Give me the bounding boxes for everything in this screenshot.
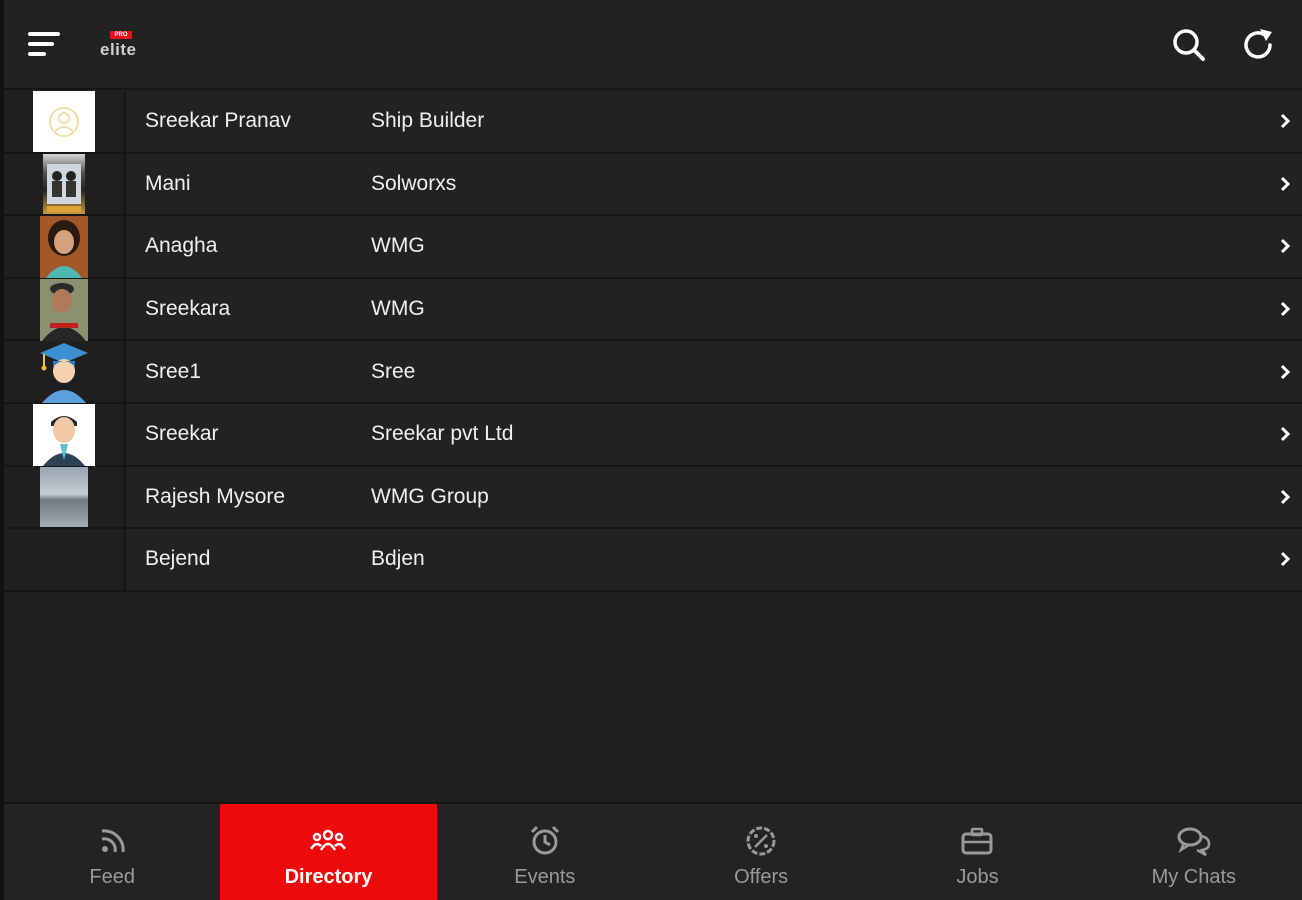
member-name: Sreekar [145,422,219,446]
nav-directory-label: Directory [284,866,373,888]
member-company: Ship Builder [371,109,485,133]
photo-avatar [40,216,88,279]
avatar-cell [4,91,126,152]
top-bar: PRO elite [4,0,1302,90]
nav-my-chats[interactable]: My Chats [1086,804,1302,900]
briefcase-icon [961,827,993,855]
chevron-right-icon [1280,114,1291,129]
nav-offers-label: Offers [734,866,789,888]
photo-avatar [43,153,85,215]
app-logo: PRO elite [96,28,144,62]
nav-events-label: Events [514,866,576,888]
chat-bubbles-icon [1177,827,1211,857]
nav-offers[interactable]: Offers [653,804,869,900]
logo-badge: PRO [110,31,132,39]
photo-avatar [40,466,88,528]
photo-avatar [40,278,88,341]
directory-row[interactable]: Rajesh Mysore WMG Group [4,466,1302,530]
hamburger-menu-icon[interactable] [26,28,62,62]
refresh-icon[interactable] [1240,26,1278,64]
member-company: WMG [371,234,425,258]
member-company: WMG Group [371,484,489,508]
chevron-right-icon [1280,239,1291,254]
chevron-right-icon [1280,552,1291,567]
nav-jobs[interactable]: Jobs [869,804,1085,900]
avatar-cell [4,216,126,279]
member-company: Solworxs [371,171,457,195]
chevron-right-icon [1280,489,1291,504]
member-name: Sreekara [145,297,231,321]
bottom-nav: Feed Directory Events Offers Jobs My Cha… [4,802,1302,900]
directory-row[interactable]: Mani Solworxs [4,153,1302,217]
member-name: Sree1 [145,359,202,383]
avatar-cell [4,278,126,341]
directory-row[interactable]: Sreekar Pranav Ship Builder [4,91,1302,154]
chevron-right-icon [1280,427,1291,442]
directory-row[interactable]: Sreekar Sreekar pvt Ltd [4,403,1302,467]
chevron-right-icon [1280,176,1291,191]
member-name: Sreekar Pranav [145,109,291,133]
avatar-cell [4,153,126,215]
avatar-cell [4,341,126,404]
rss-icon [101,829,125,853]
avatar-cell [4,403,126,466]
member-name: Anagha [145,234,218,258]
percent-badge-icon [746,826,776,856]
app-window: PRO elite Sreekar Pranav Ship Builder Ma… [0,0,1302,900]
nav-my-chats-label: My Chats [1151,866,1237,888]
directory-row[interactable]: Sree1 Sree [4,341,1302,404]
member-company: Sreekar pvt Ltd [371,422,514,446]
graduate-avatar [38,341,90,404]
logo-text: elite [100,40,137,59]
directory-row[interactable]: Sreekara WMG [4,278,1302,342]
directory-list: Sreekar Pranav Ship Builder Mani Solworx… [4,91,1302,592]
nav-jobs-label: Jobs [956,866,999,888]
directory-row[interactable]: Bejend Bdjen [4,529,1302,592]
avatar-cell [4,529,126,590]
nav-feed[interactable]: Feed [4,804,220,900]
member-name: Rajesh Mysore [145,484,286,508]
member-company: Sree [371,359,416,383]
chevron-right-icon [1280,364,1291,379]
search-icon[interactable] [1170,26,1208,64]
alarm-clock-icon [530,825,559,855]
member-name: Bejend [145,547,211,571]
member-company: WMG [371,297,425,321]
chevron-right-icon [1280,302,1291,317]
placeholder-avatar [33,91,95,152]
member-name: Mani [145,171,191,195]
nav-events[interactable]: Events [437,804,653,900]
people-icon [310,829,347,851]
businessman-avatar [33,403,95,466]
avatar-cell [4,466,126,528]
nav-feed-label: Feed [89,866,135,888]
directory-row[interactable]: Anagha WMG [4,216,1302,279]
nav-directory[interactable]: Directory [220,804,437,900]
member-company: Bdjen [371,547,425,571]
